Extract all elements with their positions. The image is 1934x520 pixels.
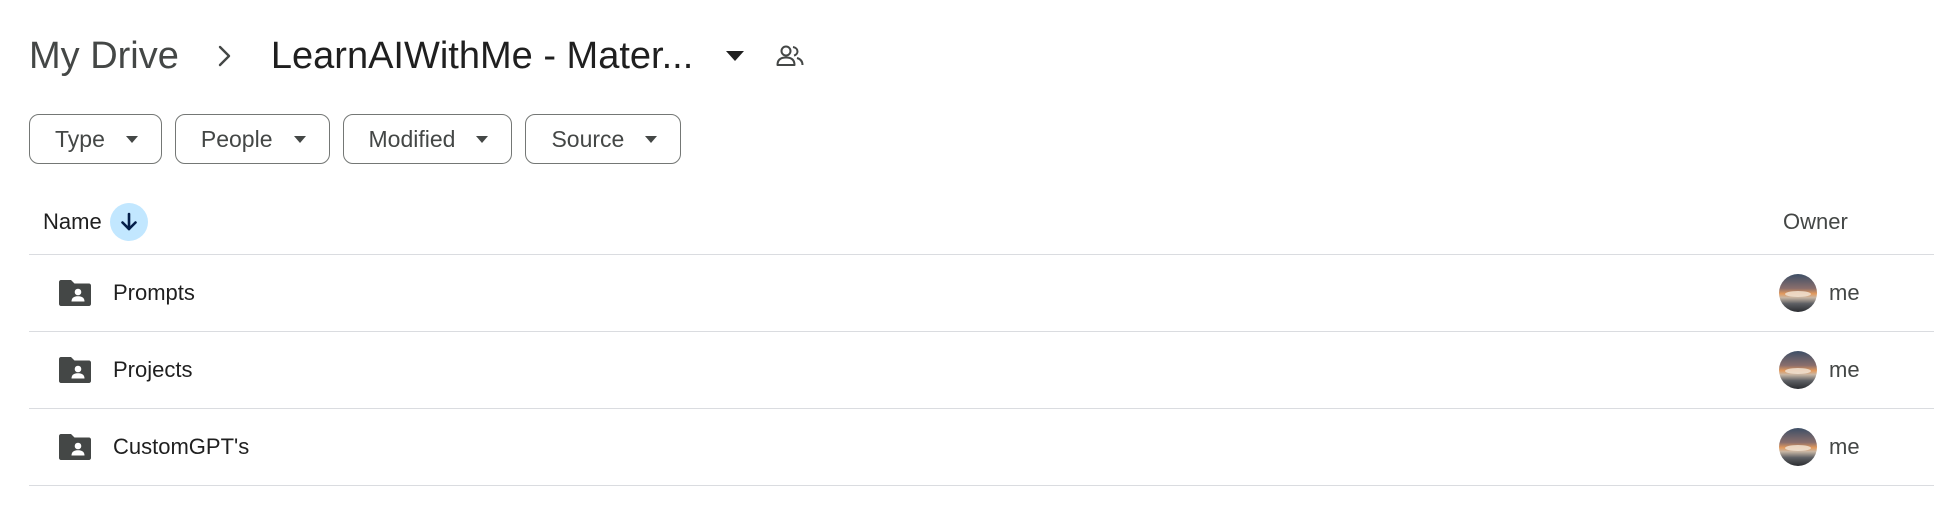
avatar — [1779, 351, 1817, 389]
sort-direction-button[interactable] — [109, 203, 148, 241]
filter-modified-chip[interactable]: Modified — [342, 114, 513, 164]
filter-source-chip[interactable]: Source — [525, 114, 682, 164]
avatar — [1779, 428, 1817, 466]
arrow-down-icon — [120, 212, 137, 231]
table-row[interactable]: CustomGPT's me — [29, 409, 1934, 486]
shared-people-icon[interactable] — [775, 41, 805, 71]
file-list-table: Name Owner Prompts me Projects me Custom… — [29, 190, 1934, 486]
owner-name: me — [1829, 434, 1860, 459]
filter-type-label: Type — [55, 125, 105, 152]
chevron-right-icon — [215, 45, 235, 67]
filter-people-label: People — [200, 125, 273, 152]
owner-cell: me — [1779, 274, 1860, 312]
owner-cell: me — [1779, 428, 1860, 466]
owner-name: me — [1829, 280, 1860, 305]
filter-people-chip[interactable]: People — [174, 114, 330, 164]
caret-down-icon — [475, 132, 489, 146]
owner-column-header[interactable]: Owner — [1783, 209, 1848, 235]
file-name: CustomGPT's — [113, 434, 250, 459]
folder-actions-dropdown-icon[interactable] — [723, 44, 747, 68]
table-row[interactable]: Prompts me — [29, 255, 1934, 332]
owner-cell: me — [1779, 351, 1860, 389]
owner-name: me — [1829, 357, 1860, 382]
table-row[interactable]: Projects me — [29, 332, 1934, 409]
avatar — [1779, 274, 1817, 312]
caret-down-icon — [125, 132, 139, 146]
drive-folder-view: My Drive LearnAIWithMe - Mater... Type P… — [0, 0, 1934, 520]
shared-folder-icon — [57, 429, 93, 465]
filter-modified-label: Modified — [368, 125, 456, 152]
breadcrumb-my-drive[interactable]: My Drive — [29, 37, 179, 75]
shared-folder-icon — [57, 352, 93, 388]
filter-source-label: Source — [551, 125, 625, 152]
name-column-header[interactable]: Name — [43, 203, 148, 241]
caret-down-icon — [293, 132, 307, 146]
name-column-label: Name — [43, 209, 102, 234]
breadcrumb: My Drive LearnAIWithMe - Mater... — [29, 24, 805, 88]
filter-bar: Type People Modified Source — [29, 114, 682, 164]
breadcrumb-current-folder[interactable]: LearnAIWithMe - Mater... — [271, 37, 693, 75]
file-name: Projects — [113, 357, 193, 382]
table-header: Name Owner — [29, 190, 1934, 255]
caret-down-icon — [644, 132, 658, 146]
filter-type-chip[interactable]: Type — [29, 114, 162, 164]
shared-folder-icon — [57, 275, 93, 311]
file-name: Prompts — [113, 280, 195, 305]
